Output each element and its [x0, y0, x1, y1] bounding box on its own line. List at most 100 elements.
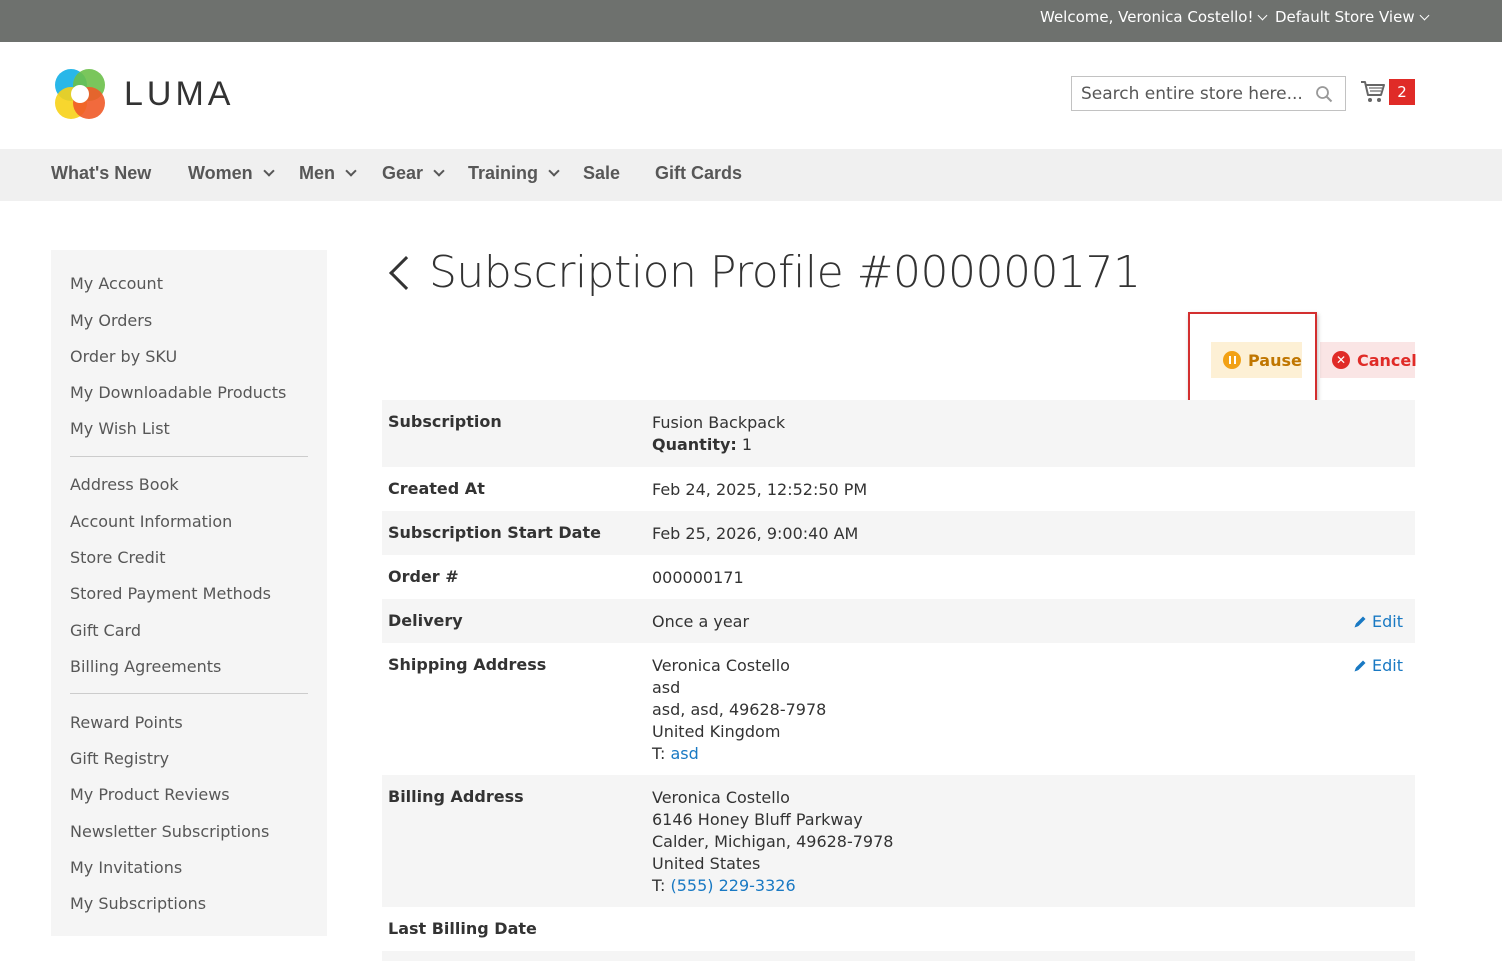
- detail-label: Billing Address: [388, 787, 524, 806]
- address-line2: Calder, Michigan, 49628-7978: [652, 832, 894, 851]
- nav-whats-new[interactable]: What's New: [51, 163, 151, 184]
- detail-row-subscription: Subscription Fusion Backpack Quantity: 1: [382, 400, 1415, 467]
- detail-label: Order #: [388, 567, 459, 586]
- address-line2: asd, asd, 49628-7978: [652, 700, 827, 719]
- detail-row-billing-address: Billing Address Veronica Costello 6146 H…: [382, 775, 1415, 907]
- nav-label: What's New: [51, 163, 152, 183]
- edit-label: Edit: [1372, 656, 1403, 675]
- chevron-down-icon: [548, 165, 560, 177]
- sidebar-item-product-reviews[interactable]: My Product Reviews: [70, 785, 230, 804]
- sidebar-item-address-book[interactable]: Address Book: [70, 475, 179, 494]
- detail-value: Feb 24, 2025, 12:52:50 PM: [652, 480, 868, 499]
- detail-row-last-billing-date: Last Billing Date: [382, 907, 1415, 951]
- nav-label: Gear: [382, 163, 424, 183]
- detail-label: Delivery: [388, 611, 463, 630]
- chevron-down-icon: [263, 165, 275, 177]
- sidebar-item-account-information[interactable]: Account Information: [70, 512, 232, 531]
- phone-link[interactable]: asd: [671, 744, 699, 763]
- phone-link[interactable]: (555) 229-3326: [671, 876, 796, 895]
- sidebar-item-reward-points[interactable]: Reward Points: [70, 713, 183, 732]
- luma-logo-icon: [55, 69, 105, 119]
- search-box: [1071, 76, 1346, 111]
- detail-label: Last Billing Date: [388, 919, 537, 938]
- sidebar-item-my-orders[interactable]: My Orders: [70, 311, 152, 330]
- quantity-value: 1: [741, 435, 753, 454]
- chevron-down-icon: [345, 165, 357, 177]
- phone-prefix: T:: [652, 744, 666, 763]
- edit-shipping-address-button[interactable]: Edit: [1353, 656, 1403, 675]
- close-circle-icon: ✕: [1332, 351, 1350, 369]
- cart-icon: [1361, 81, 1385, 102]
- search-input[interactable]: [1072, 77, 1312, 110]
- nav-training[interactable]: Training: [468, 163, 560, 184]
- address-phone: T: (555) 229-3326: [652, 875, 893, 897]
- sidebar-item-newsletter-subscriptions[interactable]: Newsletter Subscriptions: [70, 822, 269, 841]
- nav-label: Gift Cards: [655, 163, 743, 183]
- chevron-down-icon: [1258, 10, 1268, 20]
- sidebar-item-store-credit[interactable]: Store Credit: [70, 548, 166, 567]
- billing-address: Veronica Costello 6146 Honey Bluff Parkw…: [652, 787, 893, 897]
- sidebar-item-gift-card[interactable]: Gift Card: [70, 621, 141, 640]
- edit-delivery-button[interactable]: Edit: [1353, 612, 1403, 631]
- page-title: Subscription Profile #000000171: [429, 247, 1141, 298]
- minicart-button[interactable]: 2: [1360, 79, 1416, 106]
- logo-text: LUMA: [124, 74, 235, 113]
- address-name: Veronica Costello: [652, 788, 790, 807]
- sidebar-item-my-account[interactable]: My Account: [70, 274, 163, 293]
- chevron-down-icon: [1419, 10, 1430, 20]
- quantity-label: Quantity:: [652, 435, 737, 454]
- address-country: United Kingdom: [652, 722, 781, 741]
- back-arrow-icon[interactable]: [389, 256, 423, 290]
- subscription-product: Fusion Backpack: [652, 413, 786, 432]
- pencil-icon: [1354, 616, 1366, 627]
- store-view-label: Default Store View: [1275, 8, 1415, 26]
- logo-link[interactable]: LUMA: [52, 66, 234, 122]
- sidebar-item-stored-payment-methods[interactable]: Stored Payment Methods: [70, 584, 271, 603]
- sidebar-item-gift-registry[interactable]: Gift Registry: [70, 749, 169, 768]
- sidebar-item-wish-list[interactable]: My Wish List: [70, 419, 170, 438]
- search-icon[interactable]: [1315, 85, 1333, 103]
- nav-label: Men: [299, 163, 335, 183]
- address-line1: 6146 Honey Bluff Parkway: [652, 810, 863, 829]
- order-link[interactable]: 000000171: [652, 567, 744, 589]
- account-sidebar: My Account My Orders Order by SKU My Dow…: [51, 250, 327, 936]
- cancel-button[interactable]: ✕ Cancel: [1320, 342, 1417, 378]
- cart-count-badge: 2: [1389, 79, 1415, 105]
- sidebar-item-downloadable-products[interactable]: My Downloadable Products: [70, 383, 286, 402]
- nav-gift-cards[interactable]: Gift Cards: [655, 163, 742, 184]
- nav-men[interactable]: Men: [299, 163, 357, 184]
- sidebar-item-order-by-sku[interactable]: Order by SKU: [70, 347, 177, 366]
- address-line1: asd: [652, 678, 681, 697]
- customer-menu-toggle[interactable]: Welcome, Veronica Costello!: [1040, 8, 1268, 26]
- top-bar: Welcome, Veronica Costello! Default Stor…: [0, 0, 1502, 42]
- sidebar-item-my-subscriptions[interactable]: My Subscriptions: [70, 894, 206, 913]
- highlight-box: [1188, 312, 1317, 410]
- nav-gear[interactable]: Gear: [382, 163, 445, 184]
- address-name: Veronica Costello: [652, 656, 790, 675]
- detail-label: Subscription: [388, 412, 502, 431]
- cancel-label: Cancel: [1357, 350, 1417, 370]
- address-phone: T: asd: [652, 743, 826, 765]
- main-navigation: What's New Women Men Gear Training Sale …: [0, 149, 1502, 201]
- detail-row-next: [382, 951, 1415, 961]
- store-view-switcher[interactable]: Default Store View: [1275, 8, 1430, 26]
- sidebar-item-billing-agreements[interactable]: Billing Agreements: [70, 657, 221, 676]
- nav-sale[interactable]: Sale: [583, 163, 620, 184]
- detail-label: Subscription Start Date: [388, 523, 601, 542]
- address-country: United States: [652, 854, 761, 873]
- detail-row-start-date: Subscription Start Date Feb 25, 2026, 9:…: [382, 511, 1415, 555]
- nav-label: Sale: [583, 163, 621, 183]
- nav-women[interactable]: Women: [188, 163, 275, 184]
- nav-label: Women: [188, 163, 253, 183]
- detail-row-delivery: Delivery Once a year Edit: [382, 599, 1415, 643]
- chevron-down-icon: [433, 165, 445, 177]
- welcome-text: Welcome, Veronica Costello!: [1040, 8, 1254, 26]
- sidebar-item-my-invitations[interactable]: My Invitations: [70, 858, 182, 877]
- edit-label: Edit: [1372, 612, 1403, 631]
- detail-row-shipping-address: Shipping Address Veronica Costello asd a…: [382, 643, 1415, 775]
- detail-label: Created At: [388, 479, 485, 498]
- subscription-quantity: Quantity: 1: [652, 434, 785, 456]
- detail-row-created-at: Created At Feb 24, 2025, 12:52:50 PM: [382, 467, 1415, 511]
- detail-value: Fusion Backpack Quantity: 1: [652, 412, 785, 456]
- nav-label: Training: [468, 163, 539, 183]
